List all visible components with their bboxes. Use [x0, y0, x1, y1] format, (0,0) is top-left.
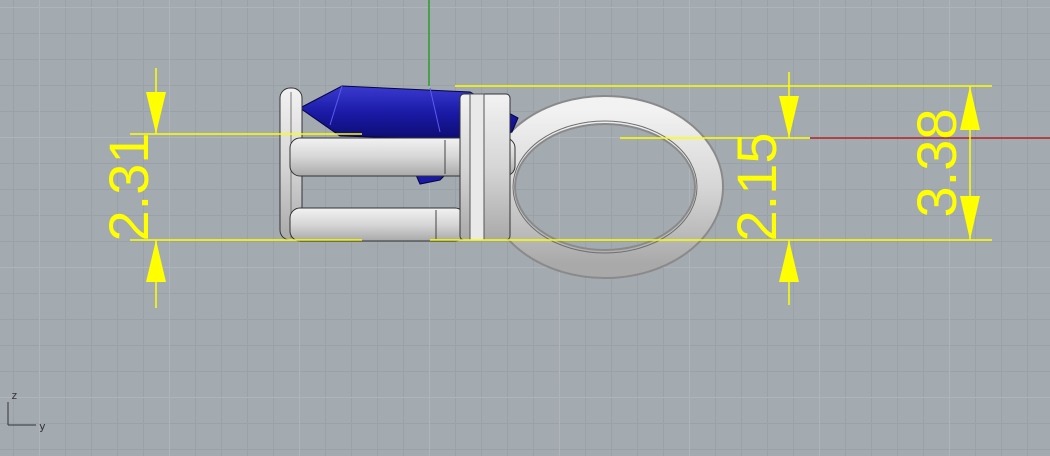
dimension-middle-height[interactable]: 2.15 — [725, 72, 799, 305]
dimension-left-height[interactable]: 2.31 — [97, 68, 166, 308]
lower-gallery-bar[interactable] — [289, 207, 466, 242]
dimension-left-label: 2.31 — [97, 133, 160, 242]
dimension-overall-height[interactable]: 3.38 — [905, 86, 980, 240]
dimension-middle-label: 2.15 — [725, 133, 788, 242]
axis-triad-z-label: z — [11, 389, 18, 402]
axis-triad: z y — [7, 389, 46, 433]
dimension-overall-label: 3.38 — [905, 109, 968, 218]
pendant-model[interactable] — [279, 85, 724, 279]
right-post[interactable] — [459, 93, 511, 241]
viewport-canvas[interactable]: 2.31 2.15 3.38 z y — [0, 0, 1050, 456]
axis-triad-y-label: y — [39, 420, 46, 433]
cad-viewport-right[interactable]: 2.31 2.15 3.38 z y — [0, 0, 1050, 456]
